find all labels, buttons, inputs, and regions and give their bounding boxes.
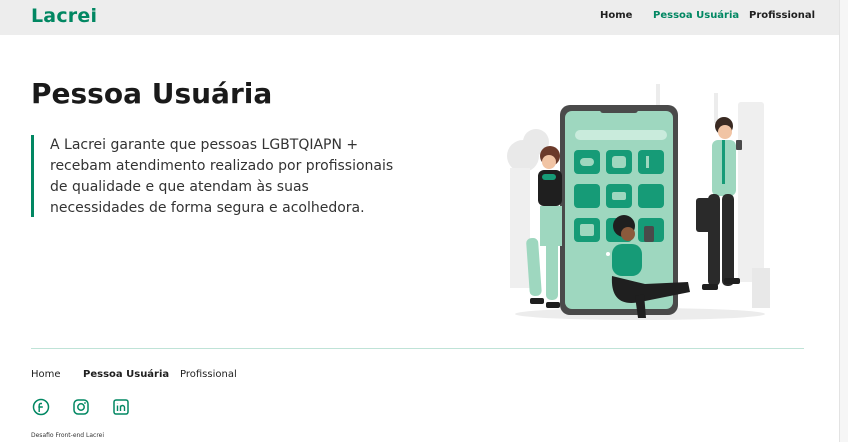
nav-profissional[interactable]: Profissional [749,10,815,21]
nav-pessoa-usuaria[interactable]: Pessoa Usuária [653,10,739,21]
description-text: A Lacrei garante que pessoas LGBTQIAPN +… [50,137,394,216]
footer-nav-home[interactable]: Home [31,369,61,380]
logo[interactable]: Lacrei [31,5,97,27]
scrollbar[interactable] [839,0,848,442]
description-block: A Lacrei garante que pessoas LGBTQIAPN +… [31,135,404,217]
footer-divider [31,348,804,349]
footer-nav-pessoa-usuaria[interactable]: Pessoa Usuária [83,369,169,380]
top-header: Lacrei Home Pessoa Usuária Profissional [0,0,848,35]
nav-home[interactable]: Home [600,10,632,21]
instagram-icon[interactable] [72,398,90,416]
page-title: Pessoa Usuária [31,77,273,110]
linkedin-icon[interactable] [112,398,130,416]
footer-credit: Desafio Front-end Lacrei [31,432,105,439]
footer-nav-profissional[interactable]: Profissional [180,369,237,380]
hero-illustration [507,84,770,320]
facebook-icon[interactable] [32,398,50,416]
